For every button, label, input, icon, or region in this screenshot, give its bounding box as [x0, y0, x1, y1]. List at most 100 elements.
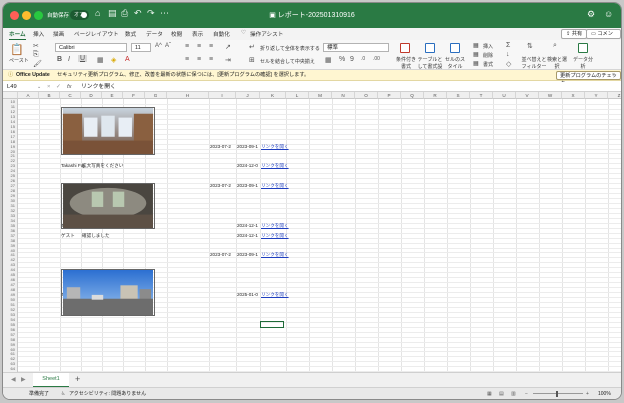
- decrease-font-icon[interactable]: Aˇ: [165, 43, 171, 49]
- panorama-photo-3[interactable]: [61, 269, 155, 316]
- formula-input[interactable]: リンクを開く: [81, 82, 116, 92]
- comma-icon[interactable]: 9: [350, 56, 354, 63]
- confirm-entry-icon[interactable]: ✓: [56, 82, 61, 92]
- column-header[interactable]: Q: [401, 92, 424, 99]
- merge-center-icon[interactable]: ⊞: [249, 56, 255, 64]
- increase-font-icon[interactable]: A^: [155, 43, 162, 49]
- selected-cell-l49[interactable]: [260, 321, 284, 328]
- column-header[interactable]: M: [309, 92, 332, 99]
- sort-filter-button[interactable]: 並べ替えとフィルター: [521, 56, 547, 70]
- column-header[interactable]: J: [236, 92, 260, 99]
- column-header[interactable]: Y: [585, 92, 608, 99]
- wrap-text-icon[interactable]: ↵: [249, 43, 255, 51]
- format-painter-icon[interactable]: 🖌: [33, 60, 42, 68]
- tab-review[interactable]: 校閲: [171, 30, 182, 38]
- tab-formulas[interactable]: 数式: [125, 30, 136, 38]
- bold-icon[interactable]: B: [57, 56, 62, 63]
- open-link[interactable]: リンクを開く: [261, 292, 289, 297]
- orientation-icon[interactable]: ↗: [225, 43, 231, 51]
- delete-cells-icon[interactable]: ▦: [473, 51, 479, 58]
- delete-cells-button[interactable]: 削除: [483, 52, 493, 59]
- clear-icon[interactable]: ◇: [506, 60, 511, 68]
- tab-automate[interactable]: 自動化: [213, 30, 230, 38]
- open-link[interactable]: リンクを開く: [261, 223, 289, 228]
- insert-function-icon[interactable]: fx: [67, 82, 72, 92]
- normal-view-icon[interactable]: ▦: [487, 388, 492, 399]
- column-header[interactable]: X: [562, 92, 585, 99]
- prev-sheet-icon[interactable]: ◀: [11, 376, 16, 383]
- analyze-data-icon[interactable]: [578, 43, 588, 53]
- column-header[interactable]: I: [209, 92, 236, 99]
- column-header[interactable]: N: [332, 92, 355, 99]
- select-all-corner[interactable]: [3, 92, 18, 99]
- settings-icon[interactable]: ⚙: [587, 9, 595, 20]
- close-message-icon[interactable]: ×: [612, 70, 615, 81]
- italic-icon[interactable]: I: [68, 56, 70, 63]
- column-header[interactable]: B: [39, 92, 60, 99]
- sheet-tab-active[interactable]: Sheet1: [33, 373, 69, 387]
- decrease-decimal-icon[interactable]: .00: [373, 56, 380, 62]
- find-select-icon[interactable]: ⌕: [553, 42, 557, 50]
- tell-me-icon[interactable]: ♡: [241, 30, 246, 36]
- column-header[interactable]: W: [539, 92, 562, 99]
- column-header[interactable]: U: [493, 92, 516, 99]
- align-left-icon[interactable]: ≡: [185, 56, 189, 63]
- font-size-select[interactable]: 11: [131, 43, 151, 52]
- underline-icon[interactable]: U: [78, 55, 88, 62]
- tab-draw[interactable]: 描画: [53, 30, 64, 38]
- zoom-in-icon[interactable]: +: [586, 388, 589, 399]
- percent-icon[interactable]: %: [339, 56, 345, 63]
- column-header[interactable]: E: [102, 92, 123, 99]
- column-header[interactable]: F: [123, 92, 145, 99]
- panorama-photo-2[interactable]: [61, 183, 155, 229]
- autosum-icon[interactable]: Σ: [506, 42, 510, 49]
- page-break-view-icon[interactable]: ▥: [511, 388, 516, 399]
- column-header[interactable]: A: [18, 92, 39, 99]
- column-header[interactable]: G: [145, 92, 167, 99]
- align-bottom-icon[interactable]: ≡: [209, 43, 213, 50]
- tab-data[interactable]: データ: [146, 30, 163, 38]
- column-header[interactable]: Z: [608, 92, 621, 99]
- column-header[interactable]: V: [516, 92, 539, 99]
- tab-view[interactable]: 表示: [192, 30, 203, 38]
- align-center-icon[interactable]: ≡: [197, 56, 201, 63]
- comments-button[interactable]: ▭ コメント: [586, 29, 621, 46]
- font-color-icon[interactable]: A: [125, 56, 130, 63]
- align-middle-icon[interactable]: ≡: [197, 43, 201, 50]
- fill-icon[interactable]: ↓: [506, 51, 510, 58]
- conditional-format-icon[interactable]: [400, 43, 410, 53]
- tab-page-layout[interactable]: ページレイアウト: [74, 30, 119, 38]
- analyze-data-button[interactable]: データ分析: [571, 56, 595, 70]
- next-sheet-icon[interactable]: ▶: [21, 376, 26, 383]
- cut-icon[interactable]: ✂: [33, 42, 39, 50]
- open-link[interactable]: リンクを開く: [261, 144, 289, 149]
- panorama-photo-1[interactable]: [61, 107, 155, 155]
- zoom-slider-thumb[interactable]: [556, 391, 558, 397]
- fill-color-icon[interactable]: ◈: [111, 56, 116, 64]
- add-sheet-icon[interactable]: +: [75, 374, 80, 384]
- open-link[interactable]: リンクを開く: [261, 233, 289, 238]
- currency-icon[interactable]: ▦: [325, 56, 332, 64]
- accessibility-status[interactable]: アクセシビリティ: 問題ありません: [69, 388, 146, 399]
- tab-insert[interactable]: 挿入: [33, 30, 44, 38]
- column-header[interactable]: D: [81, 92, 102, 99]
- account-icon[interactable]: ☺: [604, 9, 613, 19]
- open-link[interactable]: リンクを開く: [261, 183, 289, 188]
- merge-center-button[interactable]: セルを結合して中央揃え: [260, 58, 315, 65]
- format-cells-icon[interactable]: ▦: [473, 60, 479, 67]
- tell-me-search[interactable]: 操作アシスト: [250, 30, 283, 38]
- column-header[interactable]: C: [60, 92, 81, 99]
- align-right-icon[interactable]: ≡: [209, 56, 213, 63]
- zoom-slider[interactable]: [533, 393, 583, 394]
- zoom-out-icon[interactable]: −: [525, 388, 528, 399]
- cancel-entry-icon[interactable]: ×: [47, 82, 50, 92]
- column-header[interactable]: L: [286, 92, 309, 99]
- column-header[interactable]: O: [355, 92, 378, 99]
- page-layout-view-icon[interactable]: ▤: [499, 388, 504, 399]
- open-link[interactable]: リンクを開く: [261, 163, 289, 168]
- column-header[interactable]: K: [260, 92, 286, 99]
- tab-home[interactable]: ホーム: [9, 30, 26, 40]
- column-header[interactable]: P: [378, 92, 401, 99]
- align-top-icon[interactable]: ≡: [185, 43, 189, 50]
- name-box[interactable]: L49: [7, 82, 37, 92]
